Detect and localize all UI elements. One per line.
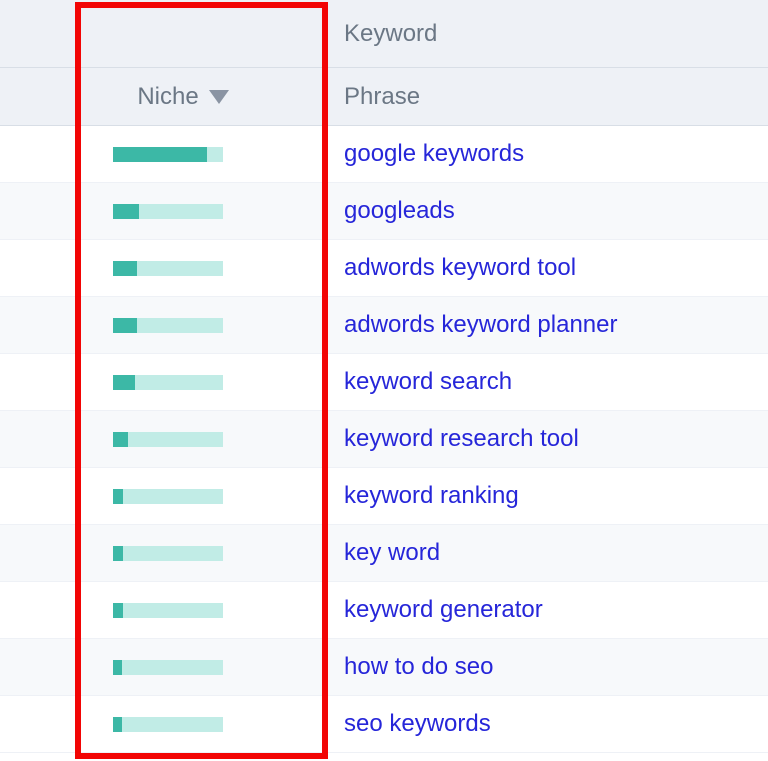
niche-cell — [0, 717, 336, 732]
niche-cell — [0, 546, 336, 561]
niche-bar — [113, 432, 223, 447]
phrase-cell: google keywords — [336, 140, 768, 168]
table-container: { "headers": { "group": "Keyword", "nich… — [0, 0, 768, 761]
phrase-link[interactable]: seo keywords — [344, 710, 491, 737]
header-label-phrase: Phrase — [344, 83, 420, 111]
niche-bar-fill — [113, 375, 135, 390]
niche-bar — [113, 375, 223, 390]
niche-bar — [113, 660, 223, 675]
niche-cell — [0, 204, 336, 219]
table-row: keyword ranking — [0, 468, 768, 525]
niche-bar-fill — [113, 603, 123, 618]
table-row: googleads — [0, 183, 768, 240]
header-cell-empty — [0, 0, 336, 67]
header-label-niche: Niche — [137, 83, 198, 111]
niche-bar-fill — [113, 204, 139, 219]
niche-bar-fill — [113, 432, 128, 447]
niche-bar-fill — [113, 489, 123, 504]
phrase-link[interactable]: key word — [344, 539, 440, 566]
phrase-link[interactable]: adwords keyword tool — [344, 254, 576, 281]
phrase-link[interactable]: how to do seo — [344, 653, 493, 680]
table-row: seo keywords — [0, 696, 768, 753]
table-row: adwords keyword tool — [0, 240, 768, 297]
table-row: adwords keyword planner — [0, 297, 768, 354]
phrase-link[interactable]: keyword research tool — [344, 425, 579, 452]
header-row-group: Keyword — [0, 0, 768, 68]
niche-cell — [0, 375, 336, 390]
phrase-cell: keyword search — [336, 368, 768, 396]
niche-bar — [113, 204, 223, 219]
niche-bar-fill — [113, 261, 137, 276]
niche-bar — [113, 546, 223, 561]
niche-bar-fill — [113, 546, 123, 561]
niche-bar-fill — [113, 147, 207, 162]
niche-cell — [0, 147, 336, 162]
phrase-link[interactable]: keyword ranking — [344, 482, 519, 509]
niche-bar-fill — [113, 660, 122, 675]
phrase-cell: adwords keyword tool — [336, 254, 768, 282]
phrase-link[interactable]: keyword search — [344, 368, 512, 395]
niche-bar — [113, 717, 223, 732]
phrase-cell: seo keywords — [336, 710, 768, 738]
niche-bar — [113, 261, 223, 276]
table-row: how to do seo — [0, 639, 768, 696]
phrase-link[interactable]: keyword generator — [344, 596, 543, 623]
phrase-link[interactable]: adwords keyword planner — [344, 311, 617, 338]
header-label-keyword: Keyword — [344, 20, 437, 48]
niche-bar — [113, 318, 223, 333]
phrase-cell: adwords keyword planner — [336, 311, 768, 339]
header-cell-phrase[interactable]: Phrase — [336, 68, 768, 125]
niche-bar — [113, 603, 223, 618]
header-cell-niche[interactable]: Niche — [0, 68, 336, 125]
phrase-cell: googleads — [336, 197, 768, 225]
niche-cell — [0, 318, 336, 333]
niche-bar — [113, 147, 223, 162]
niche-cell — [0, 489, 336, 504]
table-row: keyword generator — [0, 582, 768, 639]
table-row: google keywords — [0, 126, 768, 183]
header-cell-keyword-group: Keyword — [336, 0, 768, 67]
phrase-link[interactable]: google keywords — [344, 140, 524, 167]
header-row-columns: Niche Phrase — [0, 68, 768, 126]
table-row: keyword research tool — [0, 411, 768, 468]
niche-cell — [0, 261, 336, 276]
phrase-cell: how to do seo — [336, 653, 768, 681]
phrase-cell: keyword generator — [336, 596, 768, 624]
phrase-cell: keyword research tool — [336, 425, 768, 453]
sort-desc-icon — [209, 90, 229, 104]
niche-cell — [0, 603, 336, 618]
niche-bar — [113, 489, 223, 504]
table-row: key word — [0, 525, 768, 582]
phrase-link[interactable]: googleads — [344, 197, 455, 224]
table-body: google keywords googleads adwords keyword … — [0, 126, 768, 753]
niche-bar-fill — [113, 717, 122, 732]
niche-cell — [0, 660, 336, 675]
niche-bar-fill — [113, 318, 137, 333]
niche-cell — [0, 432, 336, 447]
phrase-cell: key word — [336, 539, 768, 567]
phrase-cell: keyword ranking — [336, 482, 768, 510]
table-row: keyword search — [0, 354, 768, 411]
